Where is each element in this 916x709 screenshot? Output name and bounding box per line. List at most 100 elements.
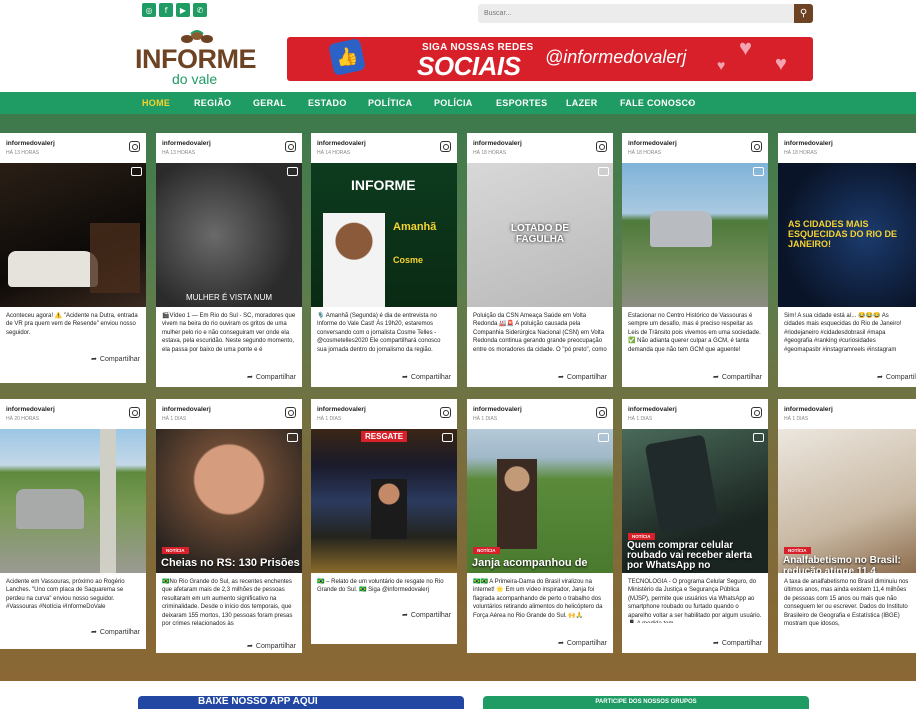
whatsapp-icon[interactable]: ✆ [193, 3, 207, 17]
share-button[interactable]: ➦Compartilhar [402, 611, 451, 619]
nav-esportes[interactable]: ESPORTES [496, 98, 547, 108]
instagram-icon [751, 141, 762, 152]
nav-geral[interactable]: GERAL [253, 98, 286, 108]
facebook-icon[interactable]: f [159, 3, 173, 17]
instagram-icon [440, 141, 451, 152]
heart-icon: ♥ [739, 37, 753, 60]
feed-card[interactable]: informedovalerj HÁ 1 DIAS RESGATE 🇧🇷 – Re… [311, 399, 457, 644]
media-overlay-text: Janja acompanhou de [472, 557, 588, 569]
nav-estado[interactable]: ESTADO [308, 98, 347, 108]
share-button[interactable]: ➦Compartilhar [877, 373, 916, 381]
car-shape [8, 251, 98, 287]
share-button[interactable]: ➦Compartilhar [402, 373, 451, 381]
share-button[interactable]: ➦Compartilhar [713, 373, 762, 381]
nav-policia[interactable]: POLÍCIA [434, 98, 473, 108]
guest-photo [323, 213, 385, 307]
share-button[interactable]: ➦Compartilhar [91, 628, 140, 636]
video-icon [442, 433, 453, 442]
card-time: HÁ 20 HORAS [6, 416, 40, 422]
card-media[interactable]: MULHER É VISTA NUM [156, 163, 302, 307]
feed-card[interactable]: informedovalerj HÁ 1 DIAS NOTÍCIA Janja a… [467, 399, 613, 653]
card-media[interactable]: NOTÍCIA Analfabetismo no Brasil: redução… [778, 429, 916, 573]
card-time: HÁ 18 HORAS [473, 150, 507, 156]
search-icon: ⚲ [799, 8, 808, 19]
feed-card[interactable]: informedovalerj HÁ 18 HORAS Estacionar no… [622, 133, 768, 387]
share-icon: ➦ [247, 373, 253, 381]
card-user: informedovalerj [162, 406, 211, 413]
instagram-icon [129, 407, 140, 418]
card-user: informedovalerj [6, 140, 55, 147]
share-label: Compartilhar [410, 374, 451, 381]
card-time: HÁ 18 HORAS [784, 150, 818, 156]
card-media[interactable] [0, 429, 146, 573]
share-icon: ➦ [877, 373, 883, 381]
card-user: informedovalerj [628, 140, 677, 147]
youtube-icon[interactable]: ▶ [176, 3, 190, 17]
card-caption: 🇧🇷 – Relato de um voluntário de resgate … [317, 579, 444, 594]
share-label: Compartilhar [255, 374, 296, 381]
card-media[interactable]: NOTÍCIA Janja acompanhou de [467, 429, 613, 573]
feed-card[interactable]: informedovalerj HÁ 14 HORAS INFORME Amanh… [311, 133, 457, 387]
share-label: Compartilhar [99, 629, 140, 636]
instagram-icon[interactable]: ◎ [142, 3, 156, 17]
media-overlay-text: Quem comprar celular roubado vai receber… [627, 540, 753, 571]
card-media[interactable]: INFORME Amanhã Cosme [311, 163, 457, 307]
share-icon: ➦ [247, 642, 253, 650]
feed-card[interactable]: informedovalerj HÁ 18 HORAS AS CIDADES MA… [778, 133, 916, 387]
site-logo[interactable]: INFORME do vale [135, 30, 257, 87]
news-tag: NOTÍCIA [473, 547, 500, 554]
feed-card[interactable]: informedovalerj HÁ 1 DIAS NOTÍCIA Analfab… [778, 399, 916, 653]
card-time: HÁ 13 HORAS [162, 150, 196, 156]
cast-logo-text: INFORME [351, 177, 416, 193]
card-time: HÁ 14 HORAS [317, 150, 351, 156]
feed-card[interactable]: informedovalerj HÁ 1 DIAS NOTÍCIA Cheias … [156, 399, 302, 653]
share-icon: ➦ [558, 373, 564, 381]
video-icon [131, 167, 142, 176]
feed-card[interactable]: informedovalerj HÁ 1 DIAS NOTÍCIA Quem co… [622, 399, 768, 653]
nav-lazer[interactable]: LAZER [566, 98, 598, 108]
instagram-icon [596, 407, 607, 418]
card-media[interactable]: NOTÍCIA Cheias no RS: 130 Prisões [156, 429, 302, 573]
card-media[interactable] [0, 163, 146, 307]
card-user: informedovalerj [6, 406, 55, 413]
instagram-icon [285, 141, 296, 152]
share-button[interactable]: ➦Compartilhar [558, 639, 607, 647]
app-download-banner[interactable]: BAIXE NOSSO APP AQUI [138, 696, 464, 709]
card-media[interactable]: NOTÍCIA Quem comprar celular roubado vai… [622, 429, 768, 573]
share-button[interactable]: ➦Compartilhar [558, 373, 607, 381]
video-icon [753, 167, 764, 176]
instagram-icon [751, 407, 762, 418]
feed-card[interactable]: informedovalerj HÁ 20 HORAS Acidente em V… [0, 399, 146, 649]
card-media[interactable] [622, 163, 768, 307]
video-icon [753, 433, 764, 442]
card-time: HÁ 1 DIAS [473, 416, 498, 422]
feed-card[interactable]: informedovalerj HÁ 18 HORAS LOTADO DE FAG… [467, 133, 613, 387]
instagram-icon [596, 141, 607, 152]
feed-card[interactable]: informedovalerj HÁ 13 HORAS Aconteceu ago… [0, 133, 146, 383]
share-button[interactable]: ➦Compartilhar [713, 639, 762, 647]
nav-fale-conosco[interactable]: FALE CONOSCO [620, 98, 696, 108]
share-button[interactable]: ➦Compartilhar [247, 373, 296, 381]
card-media[interactable]: LOTADO DE FAGULHA [467, 163, 613, 307]
chevron-down-icon[interactable]: ⌄ [686, 96, 694, 107]
social-banner[interactable]: 👍 SIGA NOSSAS REDES SOCIAIS @informedova… [287, 37, 813, 81]
card-user: informedovalerj [473, 140, 522, 147]
video-icon [598, 167, 609, 176]
share-icon: ➦ [402, 611, 408, 619]
share-icon: ➦ [91, 628, 97, 636]
share-icon: ➦ [713, 373, 719, 381]
card-media[interactable]: AS CIDADES MAIS ESQUECIDAS DO RIO DE JAN… [778, 163, 916, 307]
search-input[interactable] [478, 4, 794, 23]
card-user: informedovalerj [784, 140, 833, 147]
phone-shape [644, 434, 720, 534]
card-media[interactable]: RESGATE [311, 429, 457, 573]
share-button[interactable]: ➦Compartilhar [247, 642, 296, 650]
groups-banner[interactable]: PARTICIPE DOS NOSSOS GRUPOS [483, 696, 809, 709]
nav-regiao[interactable]: REGIÃO [194, 98, 231, 108]
nav-politica[interactable]: POLÍTICA [368, 98, 412, 108]
search-button[interactable]: ⚲ [794, 4, 813, 23]
nav-home[interactable]: HOME [142, 98, 170, 108]
share-button[interactable]: ➦Compartilhar [91, 355, 140, 363]
feed-card[interactable]: informedovalerj HÁ 13 HORAS MULHER É VIST… [156, 133, 302, 387]
logo-subtitle: do vale [172, 71, 218, 87]
